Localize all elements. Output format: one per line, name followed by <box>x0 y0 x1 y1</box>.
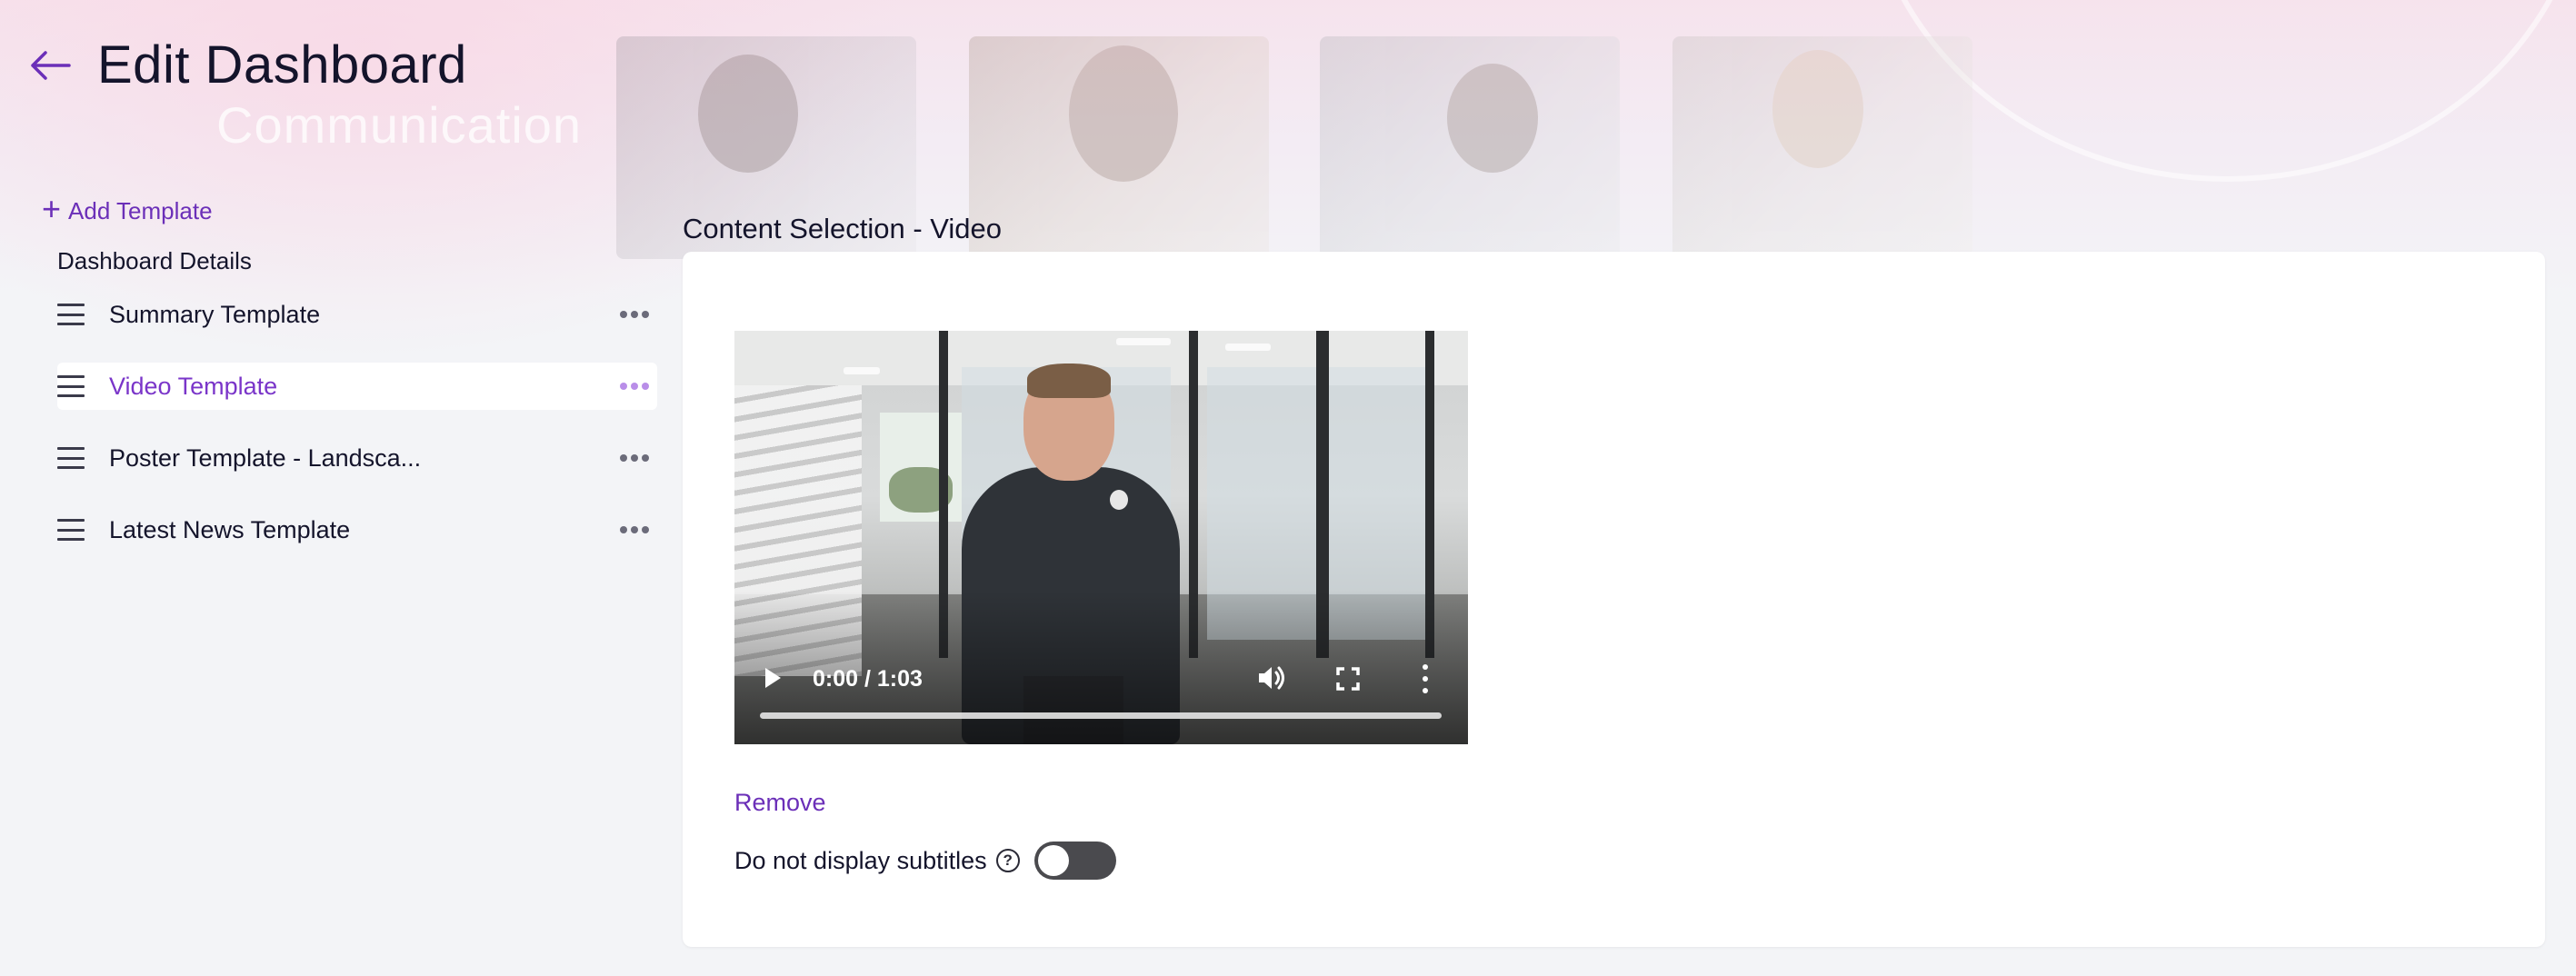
template-list: Summary Template Video Template Poster T… <box>57 291 657 578</box>
page-title: Edit Dashboard <box>97 35 467 95</box>
video-player[interactable]: 0:00 / 1:03 <box>734 331 1468 744</box>
add-template-label: Add Template <box>68 196 213 224</box>
fullscreen-icon[interactable] <box>1335 666 1361 692</box>
more-vertical-icon[interactable] <box>1421 664 1430 693</box>
subtitles-toggle[interactable] <box>1033 842 1116 880</box>
video-frame <box>1110 490 1128 510</box>
dashboard-details-heading: Dashboard Details <box>57 247 252 274</box>
more-horizontal-icon[interactable] <box>612 311 657 318</box>
page: Communication Edit Dashboard + Add Templ… <box>0 0 2576 976</box>
sidebar-item-label: Video Template <box>109 372 278 400</box>
add-template-button[interactable]: + Add Template <box>42 193 213 229</box>
subtitles-label: Do not display subtitles <box>734 846 987 874</box>
section-title: Content Selection - Video <box>683 213 1002 244</box>
video-progress-bar[interactable] <box>760 712 1442 719</box>
banner-photo <box>1672 36 1972 259</box>
video-frame <box>1116 338 1171 345</box>
drag-handle-icon[interactable] <box>57 304 85 325</box>
sidebar-item-label: Summary Template <box>109 300 321 328</box>
content-card: 0:00 / 1:03 Remove Do not display subtit… <box>683 252 2545 947</box>
video-time: 0:00 / 1:03 <box>813 666 923 692</box>
plus-icon: + <box>42 190 62 227</box>
more-horizontal-icon[interactable] <box>612 383 657 390</box>
drag-handle-icon[interactable] <box>57 375 85 397</box>
help-circle-icon[interactable]: ? <box>995 849 1020 872</box>
banner-title: Communication <box>216 96 583 154</box>
sidebar-item-label: Poster Template - Landsca... <box>109 443 422 472</box>
video-controls: 0:00 / 1:03 <box>734 644 1468 744</box>
play-icon[interactable] <box>765 668 781 688</box>
banner-photo <box>1320 36 1620 259</box>
sidebar-item-video-template[interactable]: Video Template <box>57 363 657 410</box>
banner-photo <box>969 36 1269 259</box>
toggle-knob <box>1037 845 1069 876</box>
video-frame <box>1027 364 1111 398</box>
remove-video-link[interactable]: Remove <box>734 789 826 817</box>
sidebar-item-label: Latest News Template <box>109 515 351 543</box>
sidebar-item-poster-template[interactable]: Poster Template - Landsca... <box>57 434 657 482</box>
sidebar-item-summary-template[interactable]: Summary Template <box>57 291 657 338</box>
drag-handle-icon[interactable] <box>57 519 85 541</box>
video-frame <box>844 367 880 374</box>
more-horizontal-icon[interactable] <box>612 454 657 462</box>
sidebar-item-latest-news-template[interactable]: Latest News Template <box>57 506 657 553</box>
drag-handle-icon[interactable] <box>57 447 85 469</box>
back-arrow-icon[interactable] <box>27 47 73 84</box>
video-frame <box>1225 344 1271 351</box>
subtitles-row: Do not display subtitles ? <box>734 841 1116 881</box>
volume-icon[interactable] <box>1256 664 1287 692</box>
more-horizontal-icon[interactable] <box>612 526 657 533</box>
